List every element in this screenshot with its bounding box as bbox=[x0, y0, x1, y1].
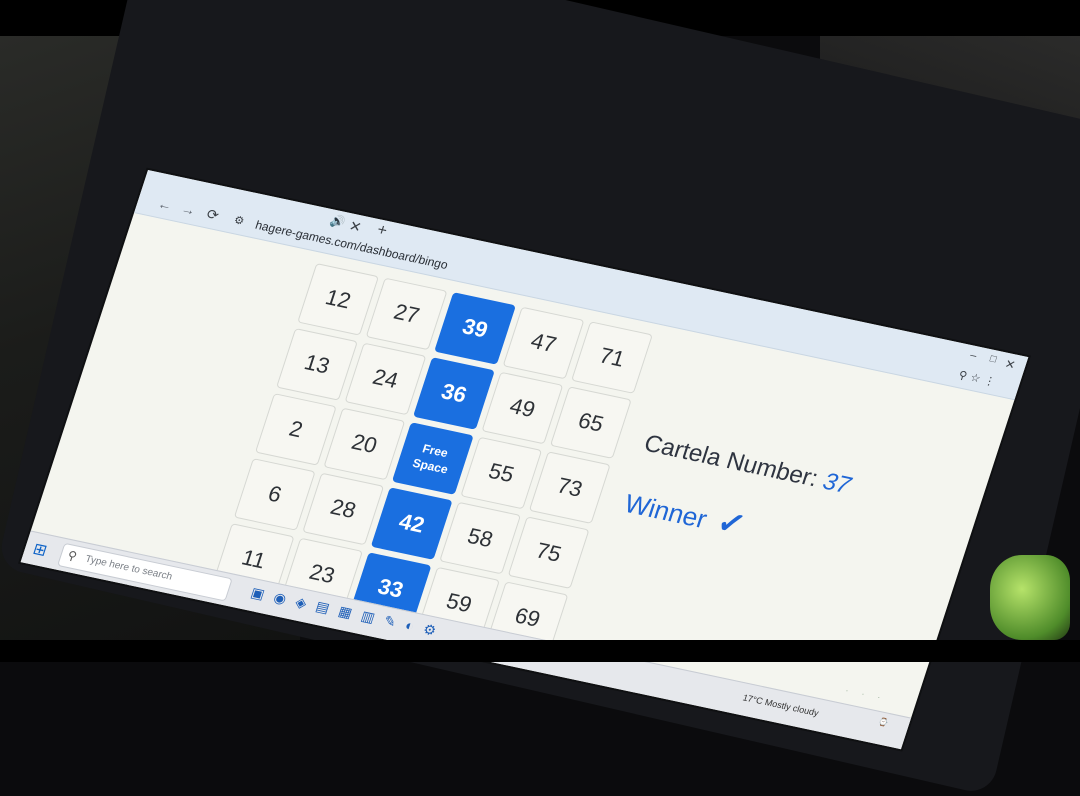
footer-links: · · · bbox=[844, 687, 887, 703]
search-icon: ⚲ bbox=[65, 548, 79, 564]
cartela-number: Cartela Number: 37 bbox=[640, 430, 854, 500]
bingo-cell: 75 bbox=[507, 516, 590, 589]
new-tab-button[interactable]: + bbox=[375, 221, 389, 240]
cartela-value: 37 bbox=[819, 467, 855, 500]
bingo-cell-marked: 42 bbox=[370, 487, 453, 560]
bingo-cell: 13 bbox=[276, 328, 358, 401]
maximize-button[interactable]: □ bbox=[988, 353, 997, 365]
speaker-icon: 🔊 bbox=[328, 213, 348, 230]
green-object bbox=[990, 555, 1070, 640]
photo-bottom-bar bbox=[0, 640, 1080, 662]
bingo-cell: 2 bbox=[254, 393, 337, 466]
site-info-icon[interactable]: ⚙ bbox=[232, 213, 246, 228]
reload-button[interactable]: ⟳ bbox=[204, 206, 221, 225]
check-icon: ✓ bbox=[712, 503, 751, 544]
cartela-label: Cartela Number: bbox=[640, 429, 822, 493]
back-button[interactable]: ← bbox=[156, 195, 175, 213]
bingo-cell-marked: 36 bbox=[412, 357, 495, 430]
bingo-cell: 47 bbox=[502, 306, 585, 380]
bingo-cell: 12 bbox=[297, 263, 380, 336]
window-close-button[interactable]: ✕ bbox=[1003, 357, 1017, 372]
bingo-cell: 58 bbox=[439, 501, 522, 575]
bingo-cell: 55 bbox=[460, 436, 543, 510]
bingo-cell: 24 bbox=[344, 342, 427, 416]
winner-status: Winner✓ bbox=[620, 482, 750, 544]
bingo-cell: 65 bbox=[549, 386, 632, 459]
extensions-icon[interactable]: ⚲☆⋮ bbox=[957, 368, 1001, 389]
bingo-cell: 6 bbox=[233, 458, 316, 531]
search-placeholder: Type here to search bbox=[83, 553, 174, 583]
tab-close-icon[interactable]: ✕ bbox=[347, 217, 363, 236]
bingo-cell: 49 bbox=[481, 371, 564, 445]
weather-widget[interactable]: 17°C Mostly cloudy bbox=[741, 692, 820, 718]
minimize-button[interactable]: – bbox=[968, 349, 978, 362]
bingo-cell: 27 bbox=[365, 277, 448, 351]
bingo-cell: 28 bbox=[302, 472, 385, 546]
forward-button[interactable]: → bbox=[179, 200, 198, 218]
bingo-cell: 20 bbox=[323, 407, 406, 481]
winner-label: Winner bbox=[620, 488, 711, 535]
bingo-free-space: Free Space bbox=[391, 422, 474, 495]
windows-start-icon[interactable]: ⊞ bbox=[30, 539, 49, 561]
bingo-cell-marked: 39 bbox=[434, 292, 516, 365]
bingo-cell: 73 bbox=[528, 451, 611, 524]
clock[interactable]: ⌚ bbox=[877, 716, 890, 729]
bingo-cell: 71 bbox=[571, 321, 653, 394]
